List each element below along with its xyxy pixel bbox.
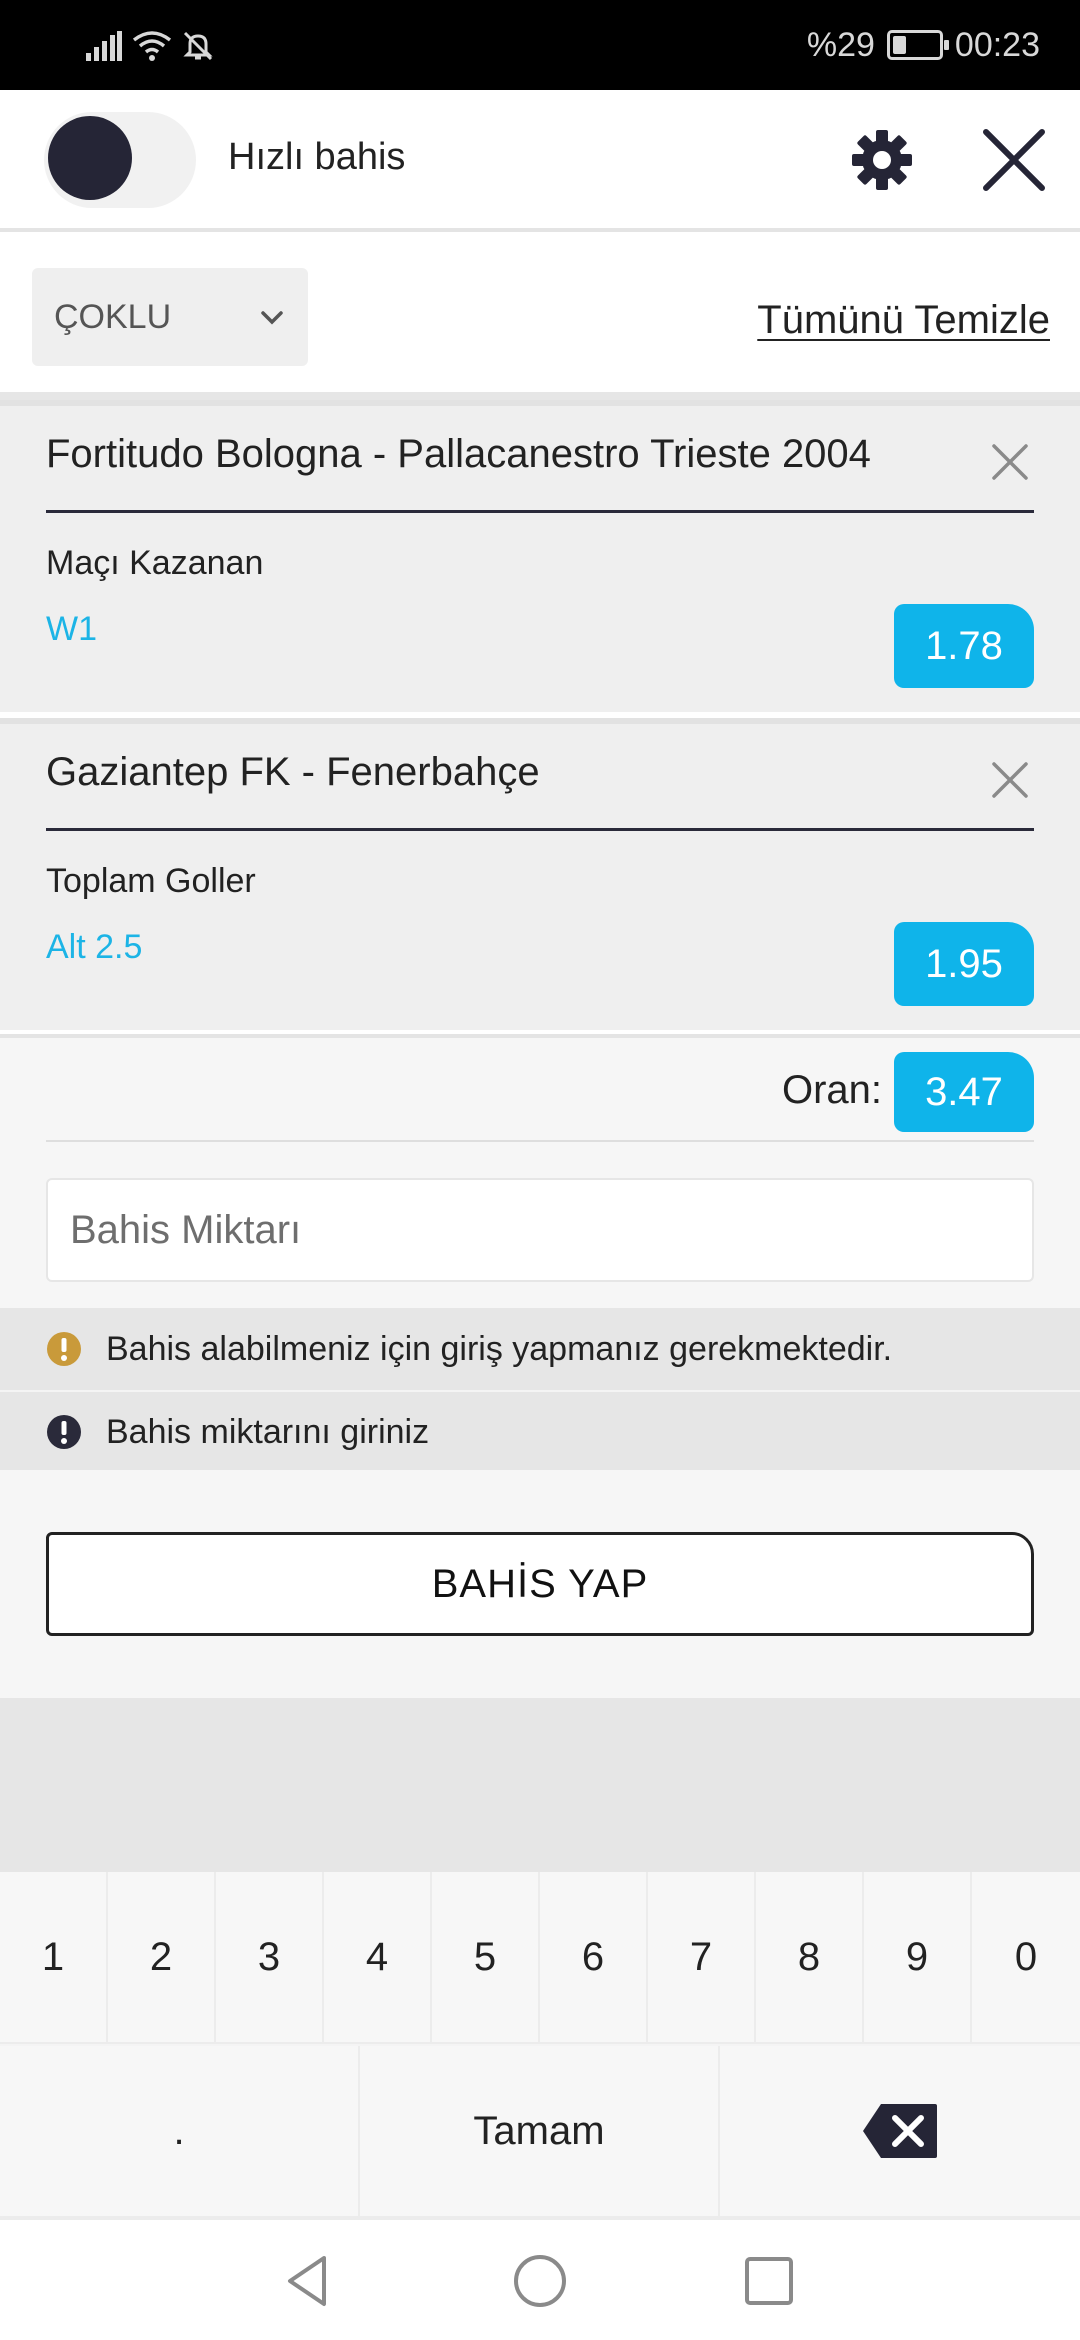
stake-required-notice: Bahis miktarını giriniz [0,1390,1080,1470]
status-right: %29 00:23 [807,20,1040,70]
key-3[interactable]: 3 [216,1872,324,2044]
toggle-knob [48,116,132,200]
alert-icon [47,1415,81,1449]
key-8[interactable]: 8 [756,1872,864,2044]
notice-text: Bahis alabilmeniz için giriş yapmanız ge… [106,1330,893,1368]
numeric-keypad: 1 2 3 4 5 6 7 8 9 0 . Tamam [0,1872,1080,2218]
total-odds-label: Oran: [781,1068,882,1112]
key-backspace[interactable] [720,2046,1080,2218]
divider [46,828,1034,831]
betslip-header: Hızlı bahis [0,90,1080,232]
key-2[interactable]: 2 [108,1872,216,2044]
bell-off-icon [183,31,213,61]
backspace-icon [863,2104,937,2158]
warning-icon [47,1332,81,1366]
bet-match-title: Gaziantep FK - Fenerbahçe [46,750,540,794]
remove-bet-icon[interactable] [990,442,1030,482]
bet-market: Toplam Goller [46,862,256,900]
bet-type-value: ÇOKLU [54,298,172,336]
total-odds-badge: 3.47 [894,1052,1034,1132]
bet-odds-badge: 1.78 [894,604,1034,688]
bet-selection: Alt 2.5 [46,928,143,966]
key-6[interactable]: 6 [540,1872,648,2044]
betslip-summary: Oran: 3.47 [0,1034,1080,1308]
key-decimal[interactable]: . [0,2046,360,2218]
signal-icon [86,31,122,61]
recents-icon[interactable] [738,2250,800,2312]
bet-card: Fortitudo Bologna - Pallacanestro Triest… [0,400,1080,712]
place-bet-area: BAHİS YAP [0,1470,1080,1698]
place-bet-button[interactable]: BAHİS YAP [46,1532,1034,1636]
key-0[interactable]: 0 [972,1872,1080,2044]
system-nav-bar [0,2218,1080,2340]
close-icon[interactable] [980,126,1048,194]
bet-odds-badge: 1.95 [894,922,1034,1006]
quick-bet-label: Hızlı bahis [228,136,406,178]
bet-market: Maçı Kazanan [46,544,264,582]
home-icon[interactable] [509,2250,571,2312]
chevron-down-icon [261,311,283,325]
bet-card: Gaziantep FK - Fenerbahçe Toplam Goller … [0,718,1080,1030]
clear-all-link[interactable]: Tümünü Temizle [757,298,1050,343]
battery-percentage: %29 [806,25,875,64]
quick-bet-toggle[interactable] [44,112,196,208]
clock: 00:23 [954,25,1040,64]
keyboard-spacer [0,1698,1080,1872]
divider [46,510,1034,513]
battery-icon [886,30,949,60]
key-5[interactable]: 5 [432,1872,540,2044]
bet-type-dropdown[interactable]: ÇOKLU [32,268,308,366]
status-bar: %29 00:23 [0,0,1080,90]
battery-level [892,36,906,54]
status-icons [86,24,214,68]
betslip-mode-row: ÇOKLU Tümünü Temizle [0,232,1080,400]
gear-icon[interactable] [848,126,916,194]
key-7[interactable]: 7 [648,1872,756,2044]
divider [46,1140,1034,1142]
key-9[interactable]: 9 [864,1872,972,2044]
bet-selection: W1 [46,610,97,648]
bet-match-title: Fortitudo Bologna - Pallacanestro Triest… [46,432,871,476]
key-done[interactable]: Tamam [360,2046,720,2218]
wifi-icon [132,31,172,61]
remove-bet-icon[interactable] [990,760,1030,800]
notice-text: Bahis miktarını giriniz [106,1413,430,1451]
back-icon[interactable] [278,2250,340,2312]
key-1[interactable]: 1 [0,1872,108,2044]
login-required-notice: Bahis alabilmeniz için giriş yapmanız ge… [0,1308,1080,1390]
key-4[interactable]: 4 [324,1872,432,2044]
stake-amount-input[interactable] [46,1178,1034,1282]
